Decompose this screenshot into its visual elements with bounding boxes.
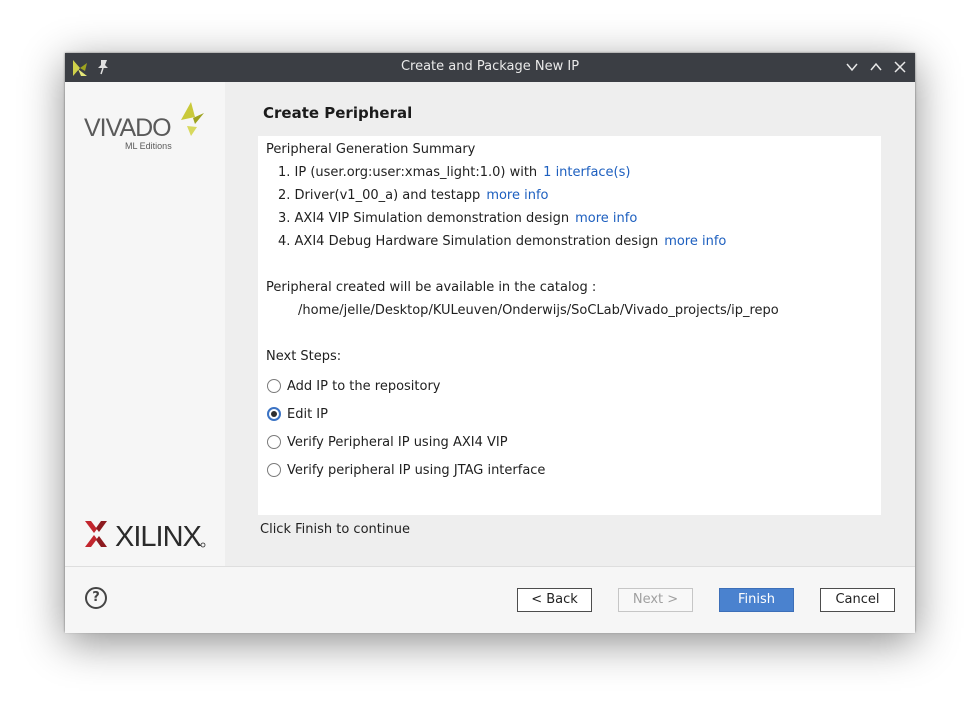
next-button[interactable]: Next > bbox=[618, 588, 693, 612]
close-icon[interactable] bbox=[892, 59, 908, 75]
option-verify-axi4-vip[interactable]: Verify Peripheral IP using AXI4 VIP bbox=[267, 433, 508, 451]
catalog-label: Peripheral created will be available in … bbox=[266, 280, 597, 295]
vivado-logo: VIVADO ML Editions bbox=[84, 102, 204, 151]
content-area: Create Peripheral Peripheral Generation … bbox=[225, 82, 915, 566]
xilinx-logo: XILINX bbox=[85, 521, 206, 550]
driver-more-info-link[interactable]: more info bbox=[486, 188, 548, 203]
summary-title: Peripheral Generation Summary bbox=[266, 142, 476, 157]
vip-more-info-link[interactable]: more info bbox=[575, 211, 637, 226]
summary-item: 4. AXI4 Debug Hardware Simulation demons… bbox=[278, 234, 727, 249]
summary-item: 2. Driver(v1_00_a) and testapp more info bbox=[278, 188, 549, 203]
sidebar: VIVADO ML Editions XILINX bbox=[65, 82, 225, 566]
radio-button-selected[interactable] bbox=[267, 407, 281, 421]
summary-panel: Peripheral Generation Summary 1. IP (use… bbox=[258, 136, 881, 515]
option-verify-jtag[interactable]: Verify peripheral IP using JTAG interfac… bbox=[267, 461, 545, 479]
finish-hint: Click Finish to continue bbox=[260, 522, 410, 537]
option-edit-ip[interactable]: Edit IP bbox=[267, 405, 328, 423]
svg-text:VIVADO: VIVADO bbox=[84, 114, 171, 142]
radio-button[interactable] bbox=[267, 379, 281, 393]
page-title: Create Peripheral bbox=[263, 104, 413, 122]
title-bar[interactable]: Create and Package New IP bbox=[65, 53, 915, 82]
cancel-button[interactable]: Cancel bbox=[820, 588, 895, 612]
debug-more-info-link[interactable]: more info bbox=[664, 234, 726, 249]
radio-button[interactable] bbox=[267, 435, 281, 449]
interfaces-link[interactable]: 1 interface(s) bbox=[543, 165, 630, 180]
option-add-ip[interactable]: Add IP to the repository bbox=[267, 377, 441, 395]
dialog-window: Create and Package New IP VIVADO ML Edit… bbox=[65, 53, 915, 633]
summary-item: 3. AXI4 VIP Simulation demonstration des… bbox=[278, 211, 638, 226]
window-title: Create and Package New IP bbox=[400, 59, 580, 74]
chevron-up-icon[interactable] bbox=[868, 59, 884, 75]
next-steps-label: Next Steps: bbox=[266, 349, 342, 364]
summary-item: 1. IP (user.org:user:xmas_light:1.0) wit… bbox=[278, 165, 631, 180]
back-button[interactable]: < Back bbox=[517, 588, 592, 612]
radio-button[interactable] bbox=[267, 463, 281, 477]
svg-text:ML Editions: ML Editions bbox=[125, 141, 172, 151]
button-bar: ? < Back Next > Finish Cancel bbox=[65, 566, 915, 633]
help-button[interactable]: ? bbox=[85, 587, 107, 609]
chevron-down-icon[interactable] bbox=[844, 59, 860, 75]
catalog-path: /home/jelle/Desktop/KULeuven/Onderwijs/S… bbox=[298, 303, 779, 318]
svg-text:XILINX: XILINX bbox=[115, 521, 202, 550]
finish-button[interactable]: Finish bbox=[719, 588, 794, 612]
